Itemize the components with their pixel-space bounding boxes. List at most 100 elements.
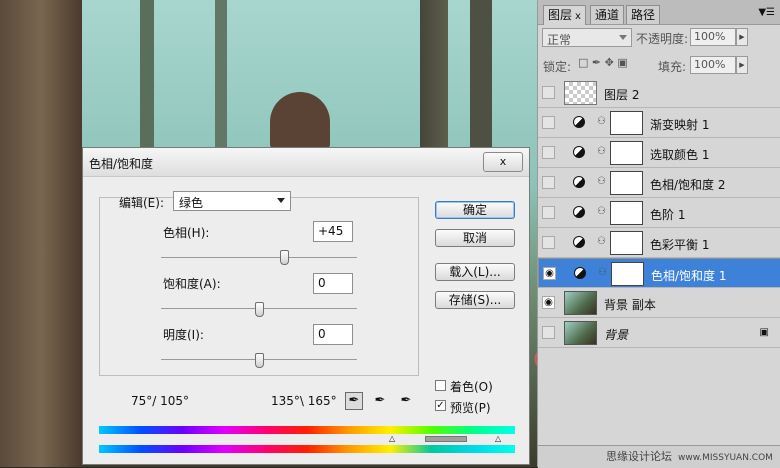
close-icon[interactable]: x — [575, 11, 581, 22]
cancel-button[interactable]: 取消 — [435, 229, 515, 247]
adjustment-group — [99, 197, 419, 376]
footer-watermark-url: www.MISSYUAN.COM — [678, 453, 773, 463]
fill-input[interactable]: 100% — [690, 56, 736, 74]
eye-icon[interactable]: ◉ — [542, 296, 555, 309]
layer-mask-thumbnail[interactable] — [610, 171, 643, 195]
layer-thumbnail[interactable] — [564, 81, 597, 105]
hue-slider-track[interactable] — [161, 257, 357, 258]
lock-icons[interactable]: □ ✒ ✥ ▣ — [578, 56, 628, 69]
layer-name[interactable]: 选取颜色 1 — [650, 146, 709, 163]
layer-thumbnail[interactable] — [564, 321, 597, 345]
link-icon[interactable]: ⚇ — [598, 267, 607, 278]
colorize-label: 着色(O) — [450, 380, 493, 394]
link-icon[interactable]: ⚇ — [597, 176, 606, 187]
layer-row[interactable]: ⚇ 渐变映射 1 — [538, 108, 780, 138]
layer-row[interactable]: ◉ 背景 副本 — [538, 288, 780, 318]
tab-layers[interactable]: 图层 x — [543, 5, 586, 25]
layer-name[interactable]: 背景 副本 — [604, 296, 656, 313]
layer-name[interactable]: 背景 — [604, 326, 628, 343]
lightness-input[interactable]: 0 — [313, 324, 353, 345]
eyedropper-subtract-icon[interactable]: ✒ — [397, 392, 415, 410]
visibility-toggle[interactable] — [542, 86, 555, 99]
save-button[interactable]: 存储(S)... — [435, 291, 515, 309]
hue-slider-thumb[interactable] — [279, 250, 289, 265]
layer-mask-thumbnail[interactable] — [610, 201, 643, 225]
layer-row[interactable]: ⚇ 色相/饱和度 2 — [538, 168, 780, 198]
range-slider-right-handle[interactable]: △ — [495, 435, 501, 443]
range-slider-mid[interactable] — [425, 436, 467, 442]
tab-layers-label: 图层 — [548, 8, 573, 22]
adjustment-layer-icon — [573, 206, 585, 218]
opacity-arrow-icon[interactable]: ▶ — [736, 28, 748, 46]
range-slider[interactable]: △ △ — [99, 435, 515, 444]
adjustment-layer-icon — [573, 116, 585, 128]
link-icon[interactable]: ⚇ — [597, 236, 606, 247]
visibility-toggle[interactable] — [542, 176, 555, 189]
saturation-slider-thumb[interactable] — [255, 302, 264, 317]
layer-row[interactable]: ⚇ 色阶 1 — [538, 198, 780, 228]
visibility-toggle[interactable] — [542, 146, 555, 159]
layer-row[interactable]: ◉ ⚇ 色相/饱和度 1 — [538, 258, 780, 288]
panel-menu-icon[interactable]: ▼☰ — [758, 7, 775, 18]
output-spectrum-bar — [99, 445, 515, 453]
tree-trunk — [140, 0, 154, 150]
layers-panel: 图层 x 通道 路径 ▼☰ 正常 不透明度: 100% ▶ 锁定: □ ✒ ✥ ▣… — [537, 0, 780, 468]
link-icon[interactable]: ⚇ — [597, 206, 606, 217]
link-icon[interactable]: ⚇ — [597, 146, 606, 157]
layer-name[interactable]: 渐变映射 1 — [650, 116, 709, 133]
input-spectrum-bar — [99, 426, 515, 434]
close-button[interactable]: x — [483, 152, 523, 172]
tab-paths[interactable]: 路径 — [626, 5, 661, 24]
adjustment-layer-icon — [574, 267, 586, 279]
layer-name[interactable]: 色阶 1 — [650, 206, 685, 223]
visibility-toggle[interactable] — [542, 206, 555, 219]
tab-channels[interactable]: 通道 — [590, 5, 625, 24]
layer-mask-thumbnail[interactable] — [611, 262, 644, 286]
blend-mode-select[interactable]: 正常 — [542, 28, 632, 47]
edit-label: 编辑(E): — [119, 196, 164, 210]
layer-row[interactable]: 图层 2 — [538, 78, 780, 108]
preview-checkbox[interactable]: ✓ — [435, 400, 446, 411]
hue-saturation-dialog: 色相/饱和度 x 编辑(E): 绿色 色相(H): +45 饱和度(A): 0 … — [82, 147, 530, 465]
saturation-input[interactable]: 0 — [313, 273, 353, 294]
dialog-titlebar[interactable]: 色相/饱和度 x — [83, 148, 529, 177]
tree-trunk — [215, 0, 227, 150]
range-slider-left-handle[interactable]: △ — [389, 435, 395, 443]
layer-row[interactable]: ⚇ 选取颜色 1 — [538, 138, 780, 168]
layer-mask-thumbnail[interactable] — [610, 141, 643, 165]
edit-channel-select[interactable]: 绿色 — [173, 191, 291, 211]
lightness-slider-thumb[interactable] — [255, 353, 264, 368]
layer-thumbnail[interactable] — [564, 291, 597, 315]
eyedropper-icon[interactable]: ✒ — [345, 392, 363, 410]
layer-mask-thumbnail[interactable] — [610, 111, 643, 135]
layer-row[interactable]: ⚇ 色彩平衡 1 — [538, 228, 780, 258]
ok-button[interactable]: 确定 — [435, 201, 515, 219]
fill-arrow-icon[interactable]: ▶ — [736, 56, 748, 74]
hue-input[interactable]: +45 — [313, 221, 353, 242]
visibility-toggle[interactable] — [542, 116, 555, 129]
eye-icon[interactable]: ◉ — [543, 267, 556, 280]
colorize-checkbox[interactable] — [435, 380, 446, 391]
person-silhouette — [270, 92, 330, 150]
link-icon[interactable]: ⚇ — [597, 116, 606, 127]
panel-tabs: 图层 x 通道 路径 ▼☰ — [538, 0, 780, 25]
saturation-label: 饱和度(A): — [163, 277, 221, 291]
opacity-input[interactable]: 100% — [690, 28, 736, 46]
chevron-down-icon — [277, 198, 285, 203]
opacity-label: 不透明度: — [636, 32, 689, 46]
layer-name[interactable]: 色相/饱和度 1 — [651, 267, 727, 284]
panel-footer: 思缘设计论坛 www.MISSYUAN.COM — [538, 445, 780, 468]
eyedropper-add-icon[interactable]: ✒ — [371, 392, 389, 410]
load-button[interactable]: 载入(L)... — [435, 263, 515, 281]
layer-name[interactable]: 图层 2 — [604, 86, 639, 103]
layer-row[interactable]: 背景 ▣ — [538, 318, 780, 348]
visibility-toggle[interactable] — [542, 236, 555, 249]
visibility-toggle[interactable] — [542, 326, 555, 339]
lock-label: 锁定: — [543, 60, 572, 74]
layer-name[interactable]: 色彩平衡 1 — [650, 236, 709, 253]
layer-name[interactable]: 色相/饱和度 2 — [650, 176, 726, 193]
close-icon: x — [499, 155, 507, 168]
footer-watermark: 思缘设计论坛 www.MISSYUAN.COM — [606, 448, 773, 464]
lightness-label: 明度(I): — [163, 328, 204, 342]
layer-mask-thumbnail[interactable] — [610, 231, 643, 255]
